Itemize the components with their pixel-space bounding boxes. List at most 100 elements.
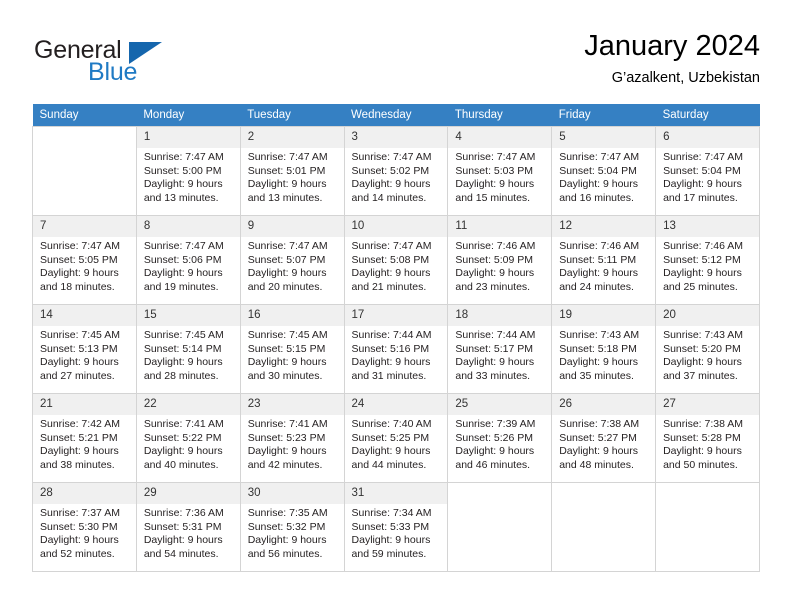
daylight-text-line1: Daylight: 9 hours: [40, 534, 119, 547]
sunset-text: Sunset: 5:32 PM: [247, 520, 326, 533]
general-blue-logo[interactable]: General Blue: [32, 32, 252, 92]
calendar-day-cell[interactable]: 16 Sunrise: 7:45 AM Sunset: 5:15 PM Dayligh…: [240, 304, 345, 394]
day-number: 24: [344, 394, 448, 415]
day-number: 29: [136, 483, 240, 504]
calendar-day-cell[interactable]: 10 Sunrise: 7:47 AM Sunset: 5:08 PM Dayligh…: [344, 215, 449, 305]
daylight-text-line2: and 33 minutes.: [455, 369, 531, 382]
day-number: 28: [33, 483, 136, 504]
sunrise-text: Sunrise: 7:42 AM: [40, 418, 120, 430]
day-cell-inner: 19 Sunrise: 7:43 AM Sunset: 5:18 PM Dayligh…: [552, 305, 656, 393]
calendar-day-cell[interactable]: 22 Sunrise: 7:41 AM Sunset: 5:22 PM Dayligh…: [136, 393, 241, 483]
sunrise-text: Sunrise: 7:47 AM: [247, 151, 328, 163]
calendar-day-cell[interactable]: 26 Sunrise: 7:38 AM Sunset: 5:27 PM Dayligh…: [551, 393, 657, 483]
day-number: 16: [240, 305, 344, 326]
page-header: General Blue January 2024 G’azalkent, Uz…: [32, 28, 760, 94]
calendar-day-cell[interactable]: 14 Sunrise: 7:45 AM Sunset: 5:13 PM Dayligh…: [32, 304, 137, 394]
calendar-day-cell[interactable]: 23 Sunrise: 7:41 AM Sunset: 5:23 PM Dayligh…: [240, 393, 345, 483]
sunset-text: Sunset: 5:33 PM: [351, 520, 430, 533]
daylight-text-line2: and 18 minutes.: [40, 280, 115, 293]
calendar-day-cell[interactable]: 15 Sunrise: 7:45 AM Sunset: 5:14 PM Dayligh…: [136, 304, 241, 394]
sunset-text: Sunset: 5:22 PM: [143, 431, 222, 444]
day-number: 7: [33, 216, 136, 237]
calendar-day-cell[interactable]: 31 Sunrise: 7:34 AM Sunset: 5:33 PM Dayligh…: [344, 482, 449, 572]
daylight-text-line2: and 28 minutes.: [143, 369, 219, 382]
calendar-day-cell[interactable]: 17 Sunrise: 7:44 AM Sunset: 5:16 PM Dayligh…: [344, 304, 449, 394]
calendar-day-cell[interactable]: 12 Sunrise: 7:46 AM Sunset: 5:11 PM Dayligh…: [551, 215, 657, 305]
calendar-day-cell[interactable]: 24 Sunrise: 7:40 AM Sunset: 5:25 PM Dayligh…: [344, 393, 449, 483]
sunset-text: Sunset: 5:15 PM: [247, 342, 326, 355]
calendar-day-cell[interactable]: 13 Sunrise: 7:46 AM Sunset: 5:12 PM Dayligh…: [655, 215, 760, 305]
weekday-header-tuesday: Tuesday: [240, 104, 345, 127]
day-cell-inner: 7 Sunrise: 7:47 AM Sunset: 5:05 PM Daylight…: [33, 216, 136, 304]
sunrise-text: Sunrise: 7:44 AM: [455, 329, 536, 341]
calendar-day-cell[interactable]: 2 Sunrise: 7:47 AM Sunset: 5:01 PM Daylight…: [240, 126, 345, 216]
title-block: January 2024 G’azalkent, Uzbekistan: [584, 28, 760, 88]
day-number: 10: [344, 216, 448, 237]
calendar-day-cell[interactable]: 21 Sunrise: 7:42 AM Sunset: 5:21 PM Dayligh…: [32, 393, 137, 483]
daylight-text-line2: and 16 minutes.: [559, 191, 634, 204]
day-sun-info: Sunrise: 7:47 AM Sunset: 5:01 PM Daylight:…: [241, 148, 344, 205]
day-sun-info: Sunrise: 7:43 AM Sunset: 5:20 PM Daylight:…: [656, 326, 759, 383]
daylight-text-line1: Daylight: 9 hours: [143, 445, 223, 458]
day-cell-inner: 11 Sunrise: 7:46 AM Sunset: 5:09 PM Dayligh…: [448, 216, 552, 304]
calendar-day-cell[interactable]: 27 Sunrise: 7:38 AM Sunset: 5:28 PM Dayligh…: [655, 393, 760, 483]
calendar-day-cell[interactable]: 25 Sunrise: 7:39 AM Sunset: 5:26 PM Dayligh…: [447, 393, 553, 483]
day-number: 12: [552, 216, 656, 237]
daylight-text-line2: and 21 minutes.: [351, 280, 427, 293]
day-cell-inner: 24 Sunrise: 7:40 AM Sunset: 5:25 PM Dayligh…: [344, 394, 448, 482]
weekday-header-friday: Friday: [551, 104, 656, 127]
sunset-text: Sunset: 5:31 PM: [143, 520, 222, 533]
day-sun-info: Sunrise: 7:47 AM Sunset: 5:04 PM Daylight:…: [656, 148, 759, 205]
daylight-text-line2: and 19 minutes.: [143, 280, 219, 293]
day-cell-inner: 3 Sunrise: 7:47 AM Sunset: 5:02 PM Daylight…: [344, 127, 448, 215]
sunset-text: Sunset: 5:01 PM: [247, 164, 326, 177]
sunset-text: Sunset: 5:04 PM: [559, 164, 637, 177]
daylight-text-line2: and 35 minutes.: [559, 369, 634, 382]
calendar-day-cell[interactable]: 3 Sunrise: 7:47 AM Sunset: 5:02 PM Daylight…: [344, 126, 449, 216]
sunrise-text: Sunrise: 7:38 AM: [663, 418, 744, 430]
calendar-day-cell[interactable]: 11 Sunrise: 7:46 AM Sunset: 5:09 PM Dayligh…: [447, 215, 553, 305]
day-cell-inner: 14 Sunrise: 7:45 AM Sunset: 5:13 PM Dayligh…: [33, 305, 136, 393]
sunset-text: Sunset: 5:28 PM: [663, 431, 741, 444]
daylight-text-line1: Daylight: 9 hours: [247, 445, 327, 458]
day-cell-inner: [656, 483, 759, 571]
calendar-day-cell[interactable]: 4 Sunrise: 7:47 AM Sunset: 5:03 PM Daylight…: [447, 126, 553, 216]
day-sun-info: Sunrise: 7:37 AM Sunset: 5:30 PM Daylight:…: [33, 504, 136, 561]
sunrise-text: Sunrise: 7:45 AM: [247, 329, 328, 341]
calendar-day-cell[interactable]: 18 Sunrise: 7:44 AM Sunset: 5:17 PM Dayligh…: [447, 304, 553, 394]
calendar-day-cell[interactable]: 9 Sunrise: 7:47 AM Sunset: 5:07 PM Daylight…: [240, 215, 345, 305]
sunrise-text: Sunrise: 7:45 AM: [40, 329, 120, 341]
calendar-day-cell[interactable]: 6 Sunrise: 7:47 AM Sunset: 5:04 PM Daylight…: [655, 126, 760, 216]
sunset-text: Sunset: 5:14 PM: [143, 342, 222, 355]
calendar-day-cell-empty: [551, 482, 657, 572]
day-number: 6: [656, 127, 759, 148]
day-cell-inner: 20 Sunrise: 7:43 AM Sunset: 5:20 PM Dayligh…: [656, 305, 759, 393]
calendar-day-cell[interactable]: 28 Sunrise: 7:37 AM Sunset: 5:30 PM Dayligh…: [32, 482, 137, 572]
calendar-day-cell-empty: [447, 482, 553, 572]
day-cell-inner: 26 Sunrise: 7:38 AM Sunset: 5:27 PM Dayligh…: [552, 394, 656, 482]
day-number: 3: [344, 127, 448, 148]
sunrise-text: Sunrise: 7:41 AM: [143, 418, 224, 430]
sunrise-text: Sunrise: 7:43 AM: [663, 329, 744, 341]
sunset-text: Sunset: 5:20 PM: [663, 342, 741, 355]
calendar-day-cell[interactable]: 30 Sunrise: 7:35 AM Sunset: 5:32 PM Dayligh…: [240, 482, 345, 572]
daylight-text-line2: and 24 minutes.: [559, 280, 634, 293]
day-number: 19: [552, 305, 656, 326]
calendar-day-cell[interactable]: 1 Sunrise: 7:47 AM Sunset: 5:00 PM Daylight…: [136, 126, 241, 216]
daylight-text-line2: and 52 minutes.: [40, 547, 115, 560]
daylight-text-line1: Daylight: 9 hours: [247, 534, 327, 547]
daylight-text-line1: Daylight: 9 hours: [143, 534, 223, 547]
weekday-header-sunday: Sunday: [32, 104, 137, 127]
day-number: 20: [656, 305, 759, 326]
calendar-day-cell[interactable]: 8 Sunrise: 7:47 AM Sunset: 5:06 PM Daylight…: [136, 215, 241, 305]
calendar-day-cell[interactable]: 5 Sunrise: 7:47 AM Sunset: 5:04 PM Daylight…: [551, 126, 657, 216]
daylight-text-line2: and 56 minutes.: [247, 547, 323, 560]
calendar-day-cell[interactable]: 7 Sunrise: 7:47 AM Sunset: 5:05 PM Daylight…: [32, 215, 137, 305]
calendar-day-cell[interactable]: 20 Sunrise: 7:43 AM Sunset: 5:20 PM Dayligh…: [655, 304, 760, 394]
day-cell-inner: 8 Sunrise: 7:47 AM Sunset: 5:06 PM Daylight…: [136, 216, 240, 304]
calendar-day-cell[interactable]: 19 Sunrise: 7:43 AM Sunset: 5:18 PM Dayligh…: [551, 304, 657, 394]
sunrise-text: Sunrise: 7:44 AM: [351, 329, 432, 341]
calendar-day-cell[interactable]: 29 Sunrise: 7:36 AM Sunset: 5:31 PM Dayligh…: [136, 482, 241, 572]
weekday-headers: Sunday Monday Tuesday Wednesday Thursday Frid…: [32, 104, 760, 127]
daylight-text-line1: Daylight: 9 hours: [455, 356, 535, 369]
